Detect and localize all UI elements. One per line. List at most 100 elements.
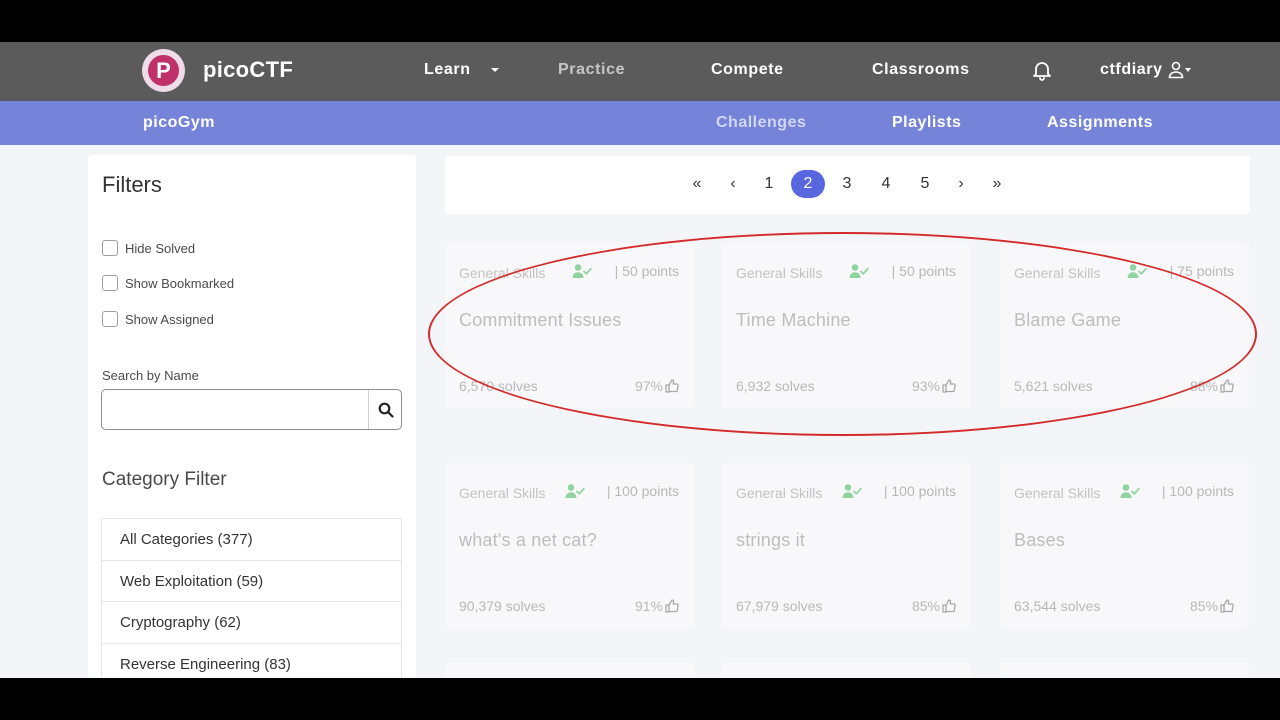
user-solved-icon <box>572 264 593 278</box>
challenge-category: General Skills <box>1014 485 1101 501</box>
nav-compete[interactable]: Compete <box>711 61 784 79</box>
next-page-link[interactable]: › <box>955 170 967 198</box>
category-item-web-exploitation[interactable]: Web Exploitation (59) <box>102 561 401 602</box>
subnav-assignments[interactable]: Assignments <box>1047 114 1153 132</box>
challenge-card-partial[interactable] <box>445 662 694 678</box>
challenge-card[interactable]: General Skills | 75 points Blame Game 5,621… <box>1000 243 1249 408</box>
sub-navbar: picoGym Challenges Playlists Assignments <box>0 101 1280 145</box>
search-icon[interactable] <box>378 402 394 418</box>
challenge-rating: 97% <box>635 378 679 394</box>
user-solved-icon <box>1120 484 1140 498</box>
logo-letter: P <box>156 58 171 83</box>
challenge-card[interactable]: General Skills | 100 points Bases 63,544 so… <box>1000 463 1249 628</box>
subnav-challenges[interactable]: Challenges <box>716 114 806 132</box>
brand-name[interactable]: picoCTF <box>203 57 293 83</box>
page-link-4[interactable]: 4 <box>878 170 894 198</box>
nav-practice[interactable]: Practice <box>558 61 625 79</box>
challenge-rating: 91% <box>635 598 679 614</box>
bell-icon[interactable] <box>1030 58 1054 87</box>
rating-percent: 97% <box>634 378 663 394</box>
category-item-all[interactable]: All Categories (377) <box>102 519 401 561</box>
search-label: Search by Name <box>102 368 199 383</box>
challenge-title[interactable]: Blame Game <box>1014 310 1121 331</box>
rating-percent: 93% <box>911 378 940 394</box>
challenge-rating: 85% <box>1190 598 1234 614</box>
rating-percent: 85% <box>1189 598 1218 614</box>
browser-viewport: P picoCTF Learn Practice Compete Classro… <box>0 42 1280 678</box>
challenge-title[interactable]: what's a net cat? <box>459 530 597 551</box>
thumbs-up-icon <box>1220 379 1234 393</box>
challenge-solves: 90,379 solves <box>459 598 546 614</box>
show-assigned-checkbox[interactable] <box>102 311 118 327</box>
challenge-card[interactable]: General Skills | 100 points strings it 67,9… <box>722 463 971 628</box>
search-input[interactable] <box>103 391 368 428</box>
nav-classrooms[interactable]: Classrooms <box>872 61 970 79</box>
filters-title: Filters <box>102 172 162 197</box>
challenge-card-partial[interactable] <box>1000 662 1249 678</box>
challenge-title[interactable]: Time Machine <box>736 310 851 331</box>
picoctf-logo[interactable]: P <box>142 49 185 92</box>
challenge-title[interactable]: Bases <box>1014 530 1065 551</box>
challenge-category: General Skills <box>459 265 546 281</box>
thumbs-up-icon <box>942 379 956 393</box>
page-link-3[interactable]: 3 <box>839 170 855 198</box>
category-filter-title: Category Filter <box>102 469 227 490</box>
thumbs-up-icon <box>942 599 956 613</box>
first-page-link[interactable]: « <box>690 170 704 198</box>
page-link-1[interactable]: 1 <box>761 170 777 198</box>
filters-sidebar: Filters Hide Solved Show Bookmarked Show… <box>88 155 416 678</box>
show-bookmarked-label[interactable]: Show Bookmarked <box>125 276 234 291</box>
page-link-5[interactable]: 5 <box>917 170 933 198</box>
search-box <box>101 389 402 430</box>
hide-solved-checkbox[interactable] <box>102 240 118 256</box>
subnav-playlists[interactable]: Playlists <box>892 114 961 132</box>
rating-percent: 85% <box>911 598 940 614</box>
thumbs-up-icon <box>665 379 679 393</box>
show-assigned-label[interactable]: Show Assigned <box>125 312 214 327</box>
challenge-card[interactable]: General Skills | 50 points Commitment Issu… <box>445 243 694 408</box>
challenge-card[interactable]: General Skills | 50 points Time Machine 6,9… <box>722 243 971 408</box>
challenge-rating: 88% <box>1190 378 1234 394</box>
user-icon[interactable] <box>1168 61 1184 84</box>
challenge-points: | 75 points <box>1169 263 1234 279</box>
hide-solved-label[interactable]: Hide Solved <box>125 241 195 256</box>
user-solved-icon <box>565 484 585 498</box>
rating-percent: 91% <box>634 598 663 614</box>
challenge-points: | 100 points <box>606 483 679 499</box>
challenge-solves: 6,570 solves <box>459 378 538 394</box>
thumbs-up-icon <box>1220 599 1234 613</box>
challenge-title[interactable]: Commitment Issues <box>459 310 621 331</box>
category-list: All Categories (377) Web Exploitation (5… <box>101 518 402 678</box>
challenge-rating: 93% <box>912 378 956 394</box>
page-link-2-active[interactable]: 2 <box>791 170 825 198</box>
challenge-title[interactable]: strings it <box>736 530 805 551</box>
show-bookmarked-checkbox[interactable] <box>102 275 118 291</box>
challenge-solves: 5,621 solves <box>1014 378 1093 394</box>
challenge-rating: 85% <box>912 598 956 614</box>
user-solved-icon <box>842 484 862 498</box>
top-navbar: P picoCTF Learn Practice Compete Classro… <box>0 42 1280 101</box>
challenge-card[interactable]: General Skills | 100 points what's a net c… <box>445 463 694 628</box>
search-button[interactable] <box>369 390 402 429</box>
challenge-solves: 67,979 solves <box>736 598 823 614</box>
prev-page-link[interactable]: ‹ <box>727 170 739 198</box>
thumbs-up-icon <box>665 599 679 613</box>
challenge-card-partial[interactable] <box>722 662 971 678</box>
picogym-title[interactable]: picoGym <box>143 114 215 132</box>
nav-learn[interactable]: Learn <box>424 61 471 79</box>
challenge-points: | 100 points <box>883 483 956 499</box>
user-menu[interactable]: ctfdiary <box>1100 61 1163 79</box>
challenge-solves: 63,544 solves <box>1014 598 1101 614</box>
category-item-cryptography[interactable]: Cryptography (62) <box>102 602 401 644</box>
challenge-category: General Skills <box>1014 265 1101 281</box>
challenge-points: | 100 points <box>1161 483 1234 499</box>
caret-down-icon[interactable] <box>1185 68 1191 72</box>
caret-down-icon[interactable] <box>491 68 499 72</box>
challenge-category: General Skills <box>736 265 823 281</box>
challenge-points: | 50 points <box>891 263 956 279</box>
category-item-reverse-engineering[interactable]: Reverse Engineering (83) <box>102 644 401 679</box>
challenge-category: General Skills <box>736 485 823 501</box>
user-solved-icon <box>849 264 870 278</box>
rating-percent: 88% <box>1189 378 1218 394</box>
last-page-link[interactable]: » <box>990 170 1004 198</box>
